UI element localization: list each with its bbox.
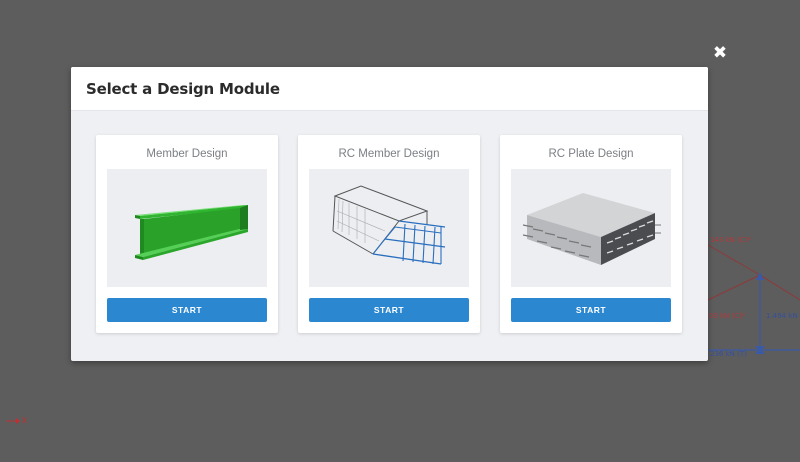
module-card-title: Member Design (146, 148, 228, 160)
background-force-label: 1.494 kN (766, 312, 798, 320)
start-rc-plate-design-button[interactable]: START (511, 298, 671, 322)
start-rc-member-design-button[interactable]: START (309, 298, 469, 322)
dialog-title: Select a Design Module (86, 79, 280, 98)
design-module-dialog: Select a Design Module Member Design STA… (71, 67, 708, 361)
module-card-rc-member-design: RC Member Design START (298, 135, 480, 333)
module-card-list: Member Design START RC Member Design STA… (96, 135, 682, 333)
rc-beam-wireframe-image (309, 169, 469, 287)
dialog-header: Select a Design Module (71, 67, 708, 111)
background-force-label: 143 kN (C)* (710, 236, 751, 244)
start-member-design-button[interactable]: START (107, 298, 267, 322)
axis-x-label: x (22, 415, 27, 426)
steel-i-beam-image (107, 169, 267, 287)
background-force-label: 236 kN (T) (710, 350, 747, 358)
module-card-rc-plate-design: RC Plate Design START (500, 135, 682, 333)
rc-plate-image (511, 169, 671, 287)
module-card-title: RC Member Design (338, 148, 440, 160)
module-card-member-design: Member Design START (96, 135, 278, 333)
close-icon[interactable]: ✖ (711, 44, 729, 62)
background-force-label: 03 kN (C)* (709, 312, 746, 320)
module-card-title: RC Plate Design (548, 148, 634, 160)
